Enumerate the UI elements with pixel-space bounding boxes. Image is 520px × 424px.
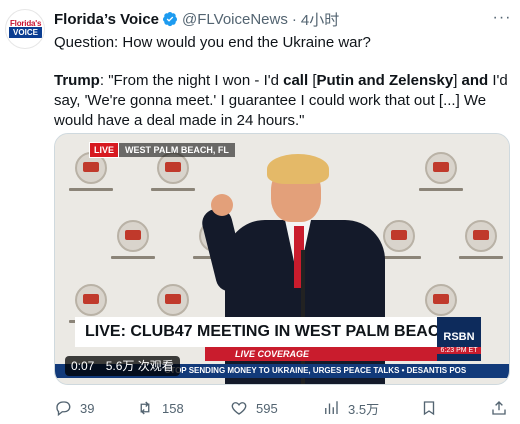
timestamp[interactable]: 4小时	[301, 9, 339, 30]
share-button[interactable]	[490, 398, 516, 418]
quote-bracket: ]	[453, 72, 462, 89]
lower-third: LIVE: CLUB47 MEETING IN WEST PALM BEACH,…	[75, 317, 481, 361]
heart-icon	[231, 402, 247, 415]
quote-part1: "From the night I won - I'd	[108, 72, 284, 89]
quote-and: and	[461, 72, 489, 89]
bookmark-icon	[423, 401, 435, 416]
club-logo	[69, 152, 113, 202]
rsbn-time: 6:23 PM ET	[437, 347, 481, 354]
quote-names: Putin and Zelensky	[316, 72, 454, 89]
avatar[interactable]: Florida's VOICE	[5, 9, 45, 49]
share-icon	[492, 401, 506, 415]
reply-count: 39	[80, 400, 95, 416]
rsbn-logo: RSBN 6:23 PM ET	[437, 317, 481, 361]
like-button[interactable]: 595	[230, 398, 278, 418]
club-logo	[151, 152, 195, 202]
separator-dot: ·	[291, 10, 297, 28]
reply-button[interactable]: 39	[54, 398, 94, 418]
like-count: 595	[256, 400, 278, 416]
tweet-question: Question: How would you end the Ukraine …	[54, 34, 371, 51]
views-count: 3.5万	[348, 401, 380, 417]
quote-call: call	[283, 72, 309, 89]
rsbn-label: RSBN	[443, 331, 475, 343]
tweet-header: Florida’s Voice @FLVoiceNews · 4小时	[54, 9, 339, 29]
club-logo	[459, 220, 503, 270]
views-chart-icon	[325, 401, 338, 414]
club-logo	[419, 152, 463, 202]
retweet-button[interactable]: 158	[136, 398, 184, 418]
club-logo	[111, 220, 155, 270]
live-location-tag: LIVE WEST PALM BEACH, FL	[89, 142, 235, 158]
tweet-text: Question: How would you end the Ukraine …	[54, 33, 510, 131]
author-name[interactable]: Florida’s Voice	[54, 11, 159, 28]
tweet[interactable]: Florida's VOICE Florida’s Voice @FLVoice…	[0, 0, 520, 424]
retweet-icon	[140, 401, 150, 415]
action-bar: 39 158 595 3.5万	[54, 398, 510, 418]
quote-speaker: Trump	[54, 72, 100, 89]
views-button[interactable]: 3.5万	[322, 398, 379, 418]
video-player[interactable]: LIVE WEST PALM BEACH, FL LIVE: CLUB47 ME…	[54, 133, 510, 385]
live-badge: LIVE	[89, 142, 120, 158]
location-label: WEST PALM BEACH, FL	[119, 143, 235, 157]
verified-badge-icon	[163, 12, 178, 27]
avatar-bottom-text: VOICE	[9, 27, 42, 38]
quote-space1: [	[308, 72, 317, 89]
video-duration: 0:07	[71, 359, 95, 373]
live-coverage-bar: LIVE COVERAGE	[205, 347, 437, 361]
bookmark-button[interactable]	[420, 398, 446, 418]
retweet-count: 158	[162, 400, 184, 416]
video-view-count: 5.6万 次观看	[105, 359, 174, 373]
quote-colon: :	[99, 72, 109, 89]
tweet-quote: Trump: "From the night I won - I'd call …	[54, 71, 510, 131]
video-status-pill[interactable]: 0:07 5.6万 次观看	[65, 356, 180, 376]
video-headline: LIVE: CLUB47 MEETING IN WEST PALM BEACH,…	[75, 317, 479, 347]
author-handle[interactable]: @FLVoiceNews	[182, 11, 288, 28]
reply-icon	[56, 401, 71, 417]
more-options-icon[interactable]: ···	[492, 9, 512, 29]
